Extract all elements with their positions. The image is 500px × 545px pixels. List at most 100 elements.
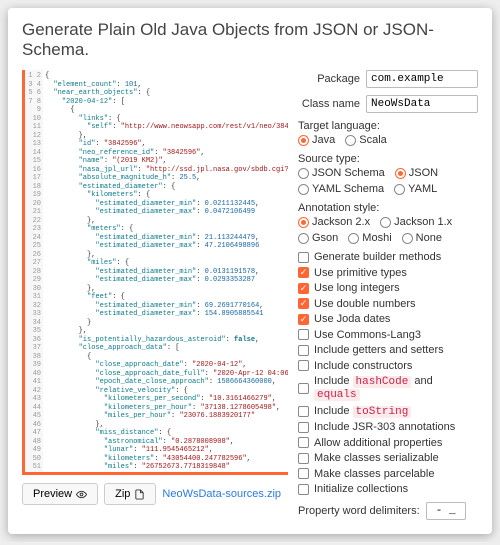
radio-label: JSON [409,167,438,179]
option-check-4[interactable]: Use Joda dates [298,313,478,325]
option-label: Use long integers [314,282,400,294]
annotation-style-jackson-2-x[interactable]: Jackson 2.x [298,216,370,228]
source-type-label: Source type: [298,153,478,165]
option-check-0[interactable]: Generate builder methods [298,251,478,263]
line-gutter: 1 2 3 4 5 6 7 8 9 10 11 12 13 14 15 16 1… [25,70,43,472]
option-label: Use primitive types [314,267,407,279]
annotation-style-none[interactable]: None [402,232,442,244]
radio-icon [402,233,413,244]
classname-input[interactable] [366,95,478,113]
checkbox-icon [298,314,309,325]
package-label: Package [298,73,360,85]
eye-icon [76,489,87,500]
preview-button[interactable]: Preview [22,483,98,505]
radio-icon [394,184,405,195]
annotation-style-moshi[interactable]: Moshi [348,232,391,244]
radio-icon [298,168,309,179]
option-label: Allow additional properties [314,437,442,449]
option-check-11[interactable]: Allow additional properties [298,437,478,449]
radio-label: None [416,232,442,244]
option-check-3[interactable]: Use double numbers [298,298,478,310]
package-input[interactable] [366,70,478,88]
annotation-style-gson[interactable]: Gson [298,232,338,244]
app-card: Generate Plain Old Java Objects from JSO… [8,8,492,534]
option-label: Include constructors [314,360,412,372]
target-language-scala[interactable]: Scala [345,134,387,146]
radio-icon [348,233,359,244]
checkbox-icon [298,360,309,371]
options-panel: Package Class name Target language: Java… [298,70,478,520]
option-check-6[interactable]: Include getters and setters [298,344,478,356]
radio-label: Jackson 1.x [394,216,452,228]
radio-label: Java [312,134,335,146]
option-check-13[interactable]: Make classes parcelable [298,468,478,480]
checkbox-icon [298,453,309,464]
delimiters-label: Property word delimiters: [298,505,420,517]
option-label: Use Joda dates [314,313,390,325]
option-check-1[interactable]: Use primitive types [298,267,478,279]
classname-label: Class name [298,98,360,110]
main-area: 1 2 3 4 5 6 7 8 9 10 11 12 13 14 15 16 1… [22,70,478,520]
option-label: Include JSR-303 annotations [314,421,455,433]
radio-icon [298,233,309,244]
action-bar: Preview Zip NeoWsData-sources.zip [22,483,288,505]
radio-icon [298,217,309,228]
source-type-group: Source type: JSON Schema JSON YAML Schema Y… [298,153,478,195]
page-heading: Generate Plain Old Java Objects from JSO… [22,20,478,60]
annotation-style-label: Annotation style: [298,202,478,214]
option-check-8[interactable]: Include hashCode and equals [298,375,478,401]
annotation-style-group: Annotation style: Jackson 2.x Jackson 1.x… [298,202,478,244]
option-label: Include getters and setters [314,344,444,356]
option-label: Use Commons-Lang3 [314,329,421,341]
option-check-2[interactable]: Use long integers [298,282,478,294]
option-check-5[interactable]: Use Commons-Lang3 [298,329,478,341]
radio-label: YAML [408,183,437,195]
classname-row: Class name [298,95,478,113]
option-check-12[interactable]: Make classes serializable [298,452,478,464]
annotation-style-jackson-1-x[interactable]: Jackson 1.x [380,216,452,228]
source-type-yaml-schema[interactable]: YAML Schema [298,183,384,195]
zip-label: Zip [115,488,130,500]
radio-icon [298,184,309,195]
radio-label: Scala [359,134,387,146]
source-type-yaml[interactable]: YAML [394,183,437,195]
source-type-json-schema[interactable]: JSON Schema [298,167,385,179]
checkbox-icon [298,422,309,433]
option-check-9[interactable]: Include toString [298,405,478,418]
zip-button[interactable]: Zip [104,483,156,505]
option-check-7[interactable]: Include constructors [298,360,478,372]
option-label: Include hashCode and equals [314,375,478,401]
option-check-10[interactable]: Include JSR-303 annotations [298,421,478,433]
json-editor[interactable]: 1 2 3 4 5 6 7 8 9 10 11 12 13 14 15 16 1… [22,70,288,475]
checkbox-icon [298,329,309,340]
left-panel: 1 2 3 4 5 6 7 8 9 10 11 12 13 14 15 16 1… [22,70,288,520]
checkbox-icon [298,406,309,417]
target-language-label: Target language: [298,120,478,132]
option-label: Include toString [314,405,411,418]
option-label: Generate builder methods [314,251,441,263]
preview-label: Preview [33,488,72,500]
checkbox-icon [298,437,309,448]
radio-label: Moshi [362,232,391,244]
target-language-group: Target language: Java Scala [298,120,478,146]
file-icon [134,489,145,500]
option-check-14[interactable]: Initialize collections [298,483,478,495]
target-language-java[interactable]: Java [298,134,335,146]
source-type-json[interactable]: JSON [395,167,438,179]
checkbox-icon [298,484,309,495]
radio-label: JSON Schema [312,167,385,179]
checkbox-icon [298,252,309,263]
radio-icon [298,135,309,146]
option-label: Make classes parcelable [314,468,434,480]
download-link[interactable]: NeoWsData-sources.zip [162,488,281,500]
checkbox-icon [298,283,309,294]
radio-icon [380,217,391,228]
radio-label: Gson [312,232,338,244]
option-label: Make classes serializable [314,452,439,464]
radio-icon [395,168,406,179]
checkbox-icon [298,298,309,309]
package-row: Package [298,70,478,88]
checkbox-icon [298,468,309,479]
option-label: Use double numbers [314,298,416,310]
options-list: Generate builder methods Use primitive ty… [298,251,478,495]
